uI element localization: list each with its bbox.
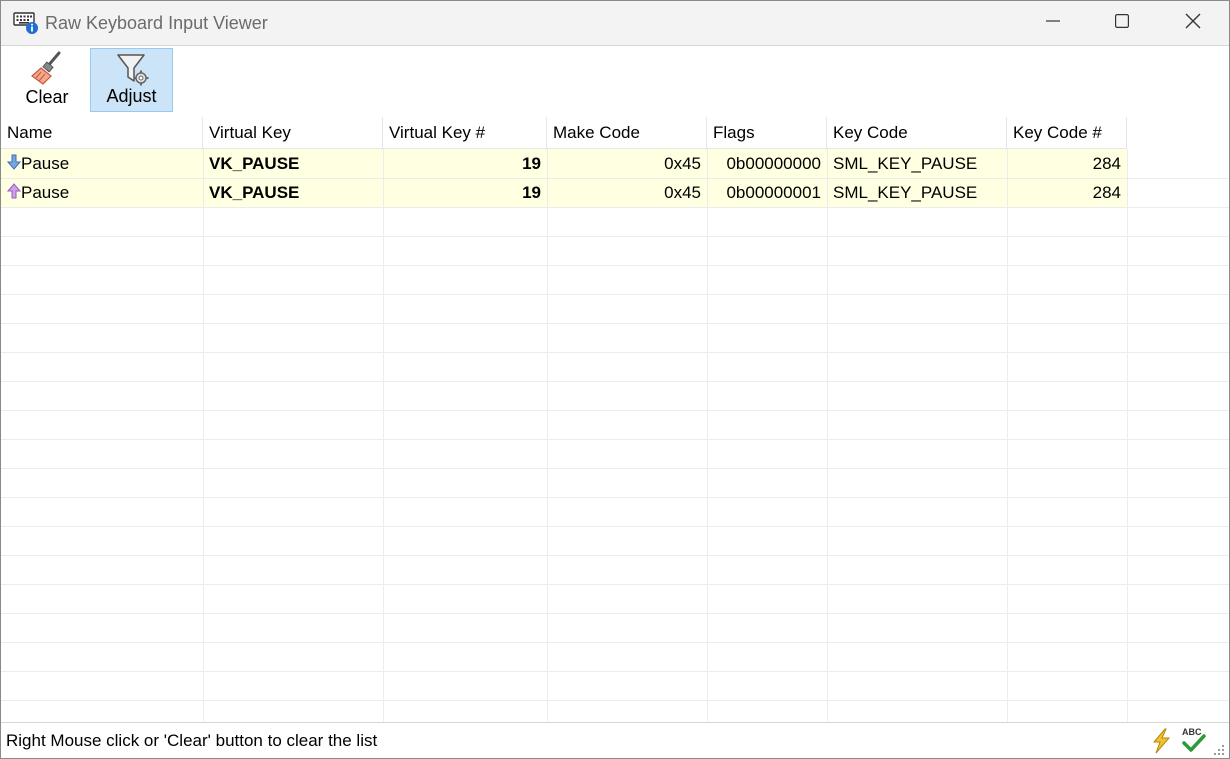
status-bar: Right Mouse click or 'Clear' button to c… [1, 722, 1229, 758]
grid-hline [1, 613, 1229, 614]
flags-cell: 0b00000000 [726, 154, 821, 173]
make-code-cell: 0x45 [664, 154, 701, 173]
name-cell: Pause [1, 149, 203, 178]
window-title: Raw Keyboard Input Viewer [45, 13, 268, 33]
maximize-icon [1115, 13, 1130, 33]
resize-grip-icon[interactable] [1213, 743, 1225, 758]
app-window: Raw Keyboard Input Viewer Clear Adjust N… [0, 0, 1230, 759]
grid-vline [547, 149, 548, 722]
grid-hline [1, 294, 1229, 295]
column-header-key-code-num[interactable]: Key Code # [1007, 117, 1127, 149]
abc-check-icon: ABC [1181, 726, 1207, 758]
grid-hline [1, 555, 1229, 556]
arrow-down-icon [6, 150, 22, 179]
grid-hline [1, 439, 1229, 440]
grid-hline [1, 497, 1229, 498]
clear-label: Clear [25, 87, 69, 107]
grid-hline [1, 207, 1229, 208]
close-button[interactable] [1170, 1, 1216, 45]
adjust-button[interactable]: Adjust [90, 48, 173, 112]
grid-vline [827, 149, 828, 722]
grid-hline [1, 468, 1229, 469]
key-code-num-cell: 284 [1092, 183, 1121, 202]
column-header-flags[interactable]: Flags [707, 117, 827, 149]
adjust-label: Adjust [106, 86, 157, 106]
key-event-table[interactable]: Name Virtual Key Virtual Key # Make Code… [1, 117, 1229, 722]
toolbar: Clear Adjust [1, 45, 1229, 118]
grid-hline [1, 642, 1229, 643]
virtual-key-cell: VK_PAUSE [209, 154, 300, 173]
grid-hline [1, 236, 1229, 237]
make-code-cell: 0x45 [664, 183, 701, 202]
arrow-up-icon [6, 179, 22, 208]
table-row[interactable]: Pause VK_PAUSE 19 0x45 0b00000000 SML_KE… [1, 149, 1127, 178]
virtual-key-num-cell: 19 [522, 154, 541, 173]
grid-hline [1, 410, 1229, 411]
key-name: Pause [21, 154, 70, 173]
grid-hline [1, 323, 1229, 324]
virtual-key-cell: VK_PAUSE [209, 183, 300, 202]
name-cell: Pause [1, 178, 203, 207]
column-header-name[interactable]: Name [1, 117, 203, 149]
close-icon [1185, 13, 1201, 34]
keyboard-info-icon [13, 11, 39, 35]
grid-vline [203, 149, 204, 722]
grid-hline [1, 265, 1229, 266]
column-header-make-code[interactable]: Make Code [547, 117, 707, 149]
key-code-cell: SML_KEY_PAUSE [833, 183, 978, 202]
key-code-num-cell: 284 [1092, 154, 1121, 173]
svg-text:ABC: ABC [1182, 727, 1202, 737]
grid-hline [1, 671, 1229, 672]
grid-vline [707, 149, 708, 722]
minimize-button[interactable] [1030, 1, 1076, 45]
grid-hline [1, 526, 1229, 527]
grid-hline [1, 700, 1229, 701]
grid-vline [383, 149, 384, 722]
lightning-icon [1149, 728, 1173, 758]
virtual-key-num-cell: 19 [522, 183, 541, 202]
key-code-cell: SML_KEY_PAUSE [833, 154, 978, 173]
broom-icon [29, 50, 65, 91]
grid-vline [1127, 149, 1128, 722]
minimize-icon [1046, 14, 1060, 33]
clear-button[interactable]: Clear [19, 48, 75, 112]
status-text: Right Mouse click or 'Clear' button to c… [6, 731, 378, 750]
grid-hline [1, 178, 1229, 179]
key-name: Pause [21, 183, 70, 202]
maximize-button[interactable] [1099, 1, 1145, 45]
column-header-key-code[interactable]: Key Code [827, 117, 1007, 149]
grid-hline [1, 352, 1229, 353]
column-header-virtual-key[interactable]: Virtual Key [203, 117, 383, 149]
grid-hline [1, 381, 1229, 382]
title-bar[interactable]: Raw Keyboard Input Viewer [1, 1, 1229, 45]
column-header-virtual-key-num[interactable]: Virtual Key # [383, 117, 547, 149]
grid-hline [1, 584, 1229, 585]
flags-cell: 0b00000001 [726, 183, 821, 202]
table-row[interactable]: Pause VK_PAUSE 19 0x45 0b00000001 SML_KE… [1, 178, 1127, 207]
grid-vline [1007, 149, 1008, 722]
